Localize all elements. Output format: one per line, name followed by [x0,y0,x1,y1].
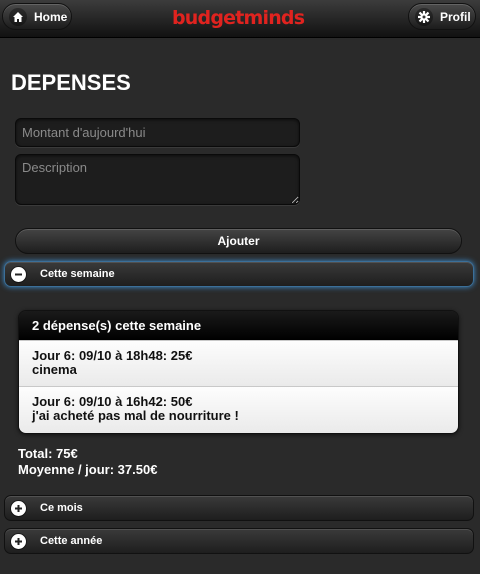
section-year-label: Cette année [40,535,103,547]
list-item[interactable]: Jour 6: 09/10 à 18h48: 25€ cinema [19,340,458,386]
profile-button[interactable]: Profil [408,3,476,30]
list-header: 2 dépense(s) cette semaine [19,311,458,340]
brand-logo: budgetminds [172,7,305,29]
section-week-label: Cette semaine [40,268,115,280]
section-year-toggle[interactable]: Cette année [4,528,474,554]
home-button[interactable]: Home [2,3,72,30]
week-expense-list: 2 dépense(s) cette semaine Jour 6: 09/10… [18,310,459,434]
add-expense-button[interactable]: Ajouter [15,228,462,254]
home-button-label: Home [34,9,68,24]
section-month-label: Ce mois [40,502,83,514]
page-title: DEPENSES [11,70,131,95]
expense-description: j'ai acheté pas mal de nourriture ! [32,408,239,423]
gear-icon [415,7,433,26]
description-input[interactable] [15,154,300,205]
expense-date-amount: Jour 6: 09/10 à 18h48: 25€ [32,348,193,363]
week-daily-average: Moyenne / jour: 37.50€ [18,462,158,477]
plus-icon [10,532,27,550]
amount-input[interactable] [15,118,300,147]
home-icon [9,7,27,26]
expense-date-amount: Jour 6: 09/10 à 16h42: 50€ [32,394,193,409]
list-item[interactable]: Jour 6: 09/10 à 16h42: 50€ j'ai acheté p… [19,386,458,433]
profile-button-label: Profil [440,9,471,24]
section-week-toggle[interactable]: Cette semaine [4,261,474,287]
plus-icon [10,499,27,517]
expense-description: cinema [32,362,77,377]
week-total: Total: 75€ [18,446,78,461]
header-bar: Home budgetminds Profil [0,0,480,38]
section-month-toggle[interactable]: Ce mois [4,495,474,521]
minus-icon [10,265,27,283]
